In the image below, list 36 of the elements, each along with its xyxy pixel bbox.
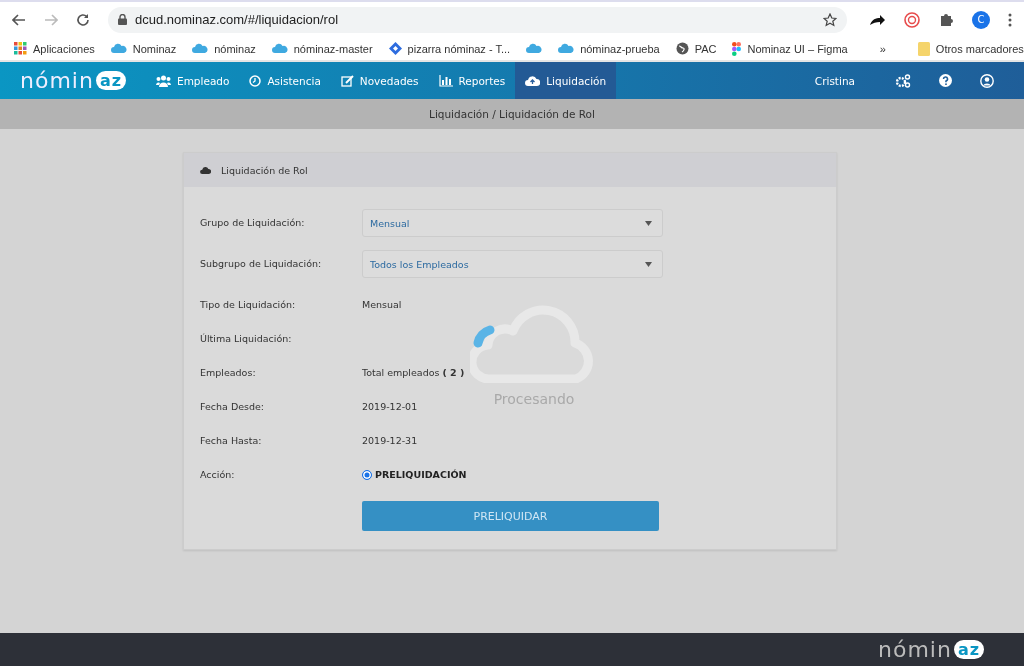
bookmark[interactable]: Nominaz <box>110 42 177 55</box>
field-label: Empleados: <box>200 366 257 378</box>
footer-logo: nómin az <box>878 637 984 662</box>
nav-tab[interactable]: Empleado <box>146 62 240 99</box>
bookmark[interactable]: PAC <box>675 42 717 55</box>
nav-tab[interactable]: Asistencia <box>239 62 331 99</box>
profile-avatar[interactable]: C <box>972 10 990 29</box>
address-bar[interactable]: dcud.nominaz.com/#/liquidacion/rol <box>108 6 847 33</box>
field-label: Grupo de Liquidación: <box>200 216 306 228</box>
field-label: Última Liquidación: <box>200 332 293 344</box>
radio-option[interactable]: PRELIQUIDACIÓN <box>362 467 467 480</box>
more-bookmarks-button[interactable]: » <box>879 42 886 55</box>
user-name[interactable]: Cristina <box>814 74 855 87</box>
bookmark[interactable]: nóminaz-prueba <box>558 42 660 55</box>
field-value: Total empleados ( 2 ) <box>362 366 465 378</box>
nav-tab[interactable]: Novedades <box>330 62 429 99</box>
bookmark[interactable]: pizarra nóminaz - T... <box>388 42 511 55</box>
field-label: Fecha Desde: <box>200 400 266 412</box>
field-value: 2019-12-31 <box>362 434 418 446</box>
field-label: Tipo de Liquidación: <box>200 298 297 310</box>
field-label: Acción: <box>200 468 236 480</box>
field-value: Mensual <box>362 298 402 310</box>
breadcrumb: Liquidación / Liquidación de Rol <box>429 108 595 120</box>
bookmark[interactable]: nóminaz-master <box>271 42 373 55</box>
field-value: 2019-12-01 <box>362 400 418 412</box>
nav-tab[interactable]: Liquidación <box>515 62 617 99</box>
bookmark[interactable]: Aplicaciones <box>14 42 95 55</box>
dropdown[interactable]: Mensual <box>362 209 663 237</box>
bookmark[interactable]: Otros marcadores <box>917 41 1024 56</box>
dropdown[interactable]: Todos los Empleados <box>362 250 663 278</box>
nav-tab[interactable]: Reportes <box>428 62 516 99</box>
field-label: Subgrupo de Liquidación: <box>200 257 323 269</box>
bookmark[interactable]: Nominaz UI – Figma <box>732 41 848 56</box>
bookmark[interactable]: nóminaz <box>192 42 256 55</box>
card-title: Liquidación de Rol <box>221 164 308 176</box>
field-label: Fecha Hasta: <box>200 434 263 446</box>
